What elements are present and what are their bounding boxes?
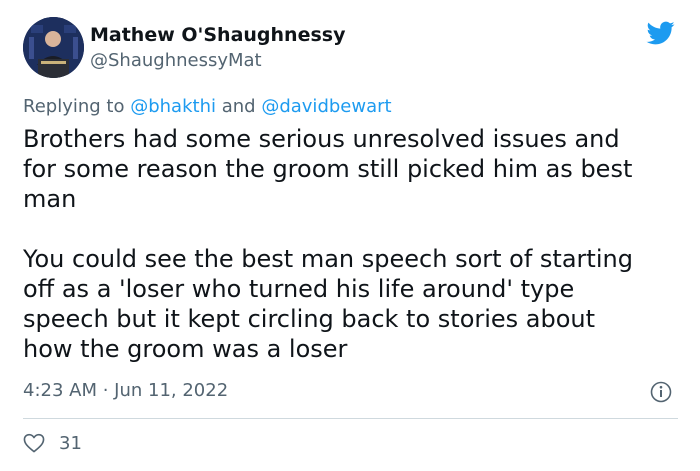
mention-link[interactable]: @bhakthi bbox=[130, 96, 216, 117]
tweet-paragraph: You could see the best man speech sort o… bbox=[23, 245, 633, 363]
info-icon[interactable] bbox=[650, 381, 672, 403]
divider bbox=[23, 418, 678, 419]
replying-prefix: Replying to bbox=[23, 96, 125, 117]
tweet-text: Brothers had some serious unresolved iss… bbox=[23, 124, 683, 364]
replying-and: and bbox=[221, 96, 256, 117]
replying-to: Replying to @bhakthi and @davidbewart bbox=[23, 96, 392, 117]
like-count: 31 bbox=[59, 432, 82, 454]
heart-outline-icon[interactable] bbox=[23, 433, 45, 453]
tweet-timestamp[interactable]: 4:23 AM · Jun 11, 2022 bbox=[23, 380, 228, 401]
author-name[interactable]: Mathew O'Shaughnessy bbox=[90, 24, 345, 46]
author-handle[interactable]: @ShaughnessyMat bbox=[90, 50, 262, 71]
tweet-card: Mathew O'Shaughnessy @ShaughnessyMat Rep… bbox=[0, 0, 700, 471]
tweet-paragraph: Brothers had some serious unresolved iss… bbox=[23, 125, 633, 213]
twitter-bird-icon[interactable] bbox=[645, 19, 677, 47]
mention-link[interactable]: @davidbewart bbox=[261, 96, 391, 117]
like-button[interactable]: 31 bbox=[23, 430, 82, 456]
avatar[interactable] bbox=[23, 17, 84, 78]
